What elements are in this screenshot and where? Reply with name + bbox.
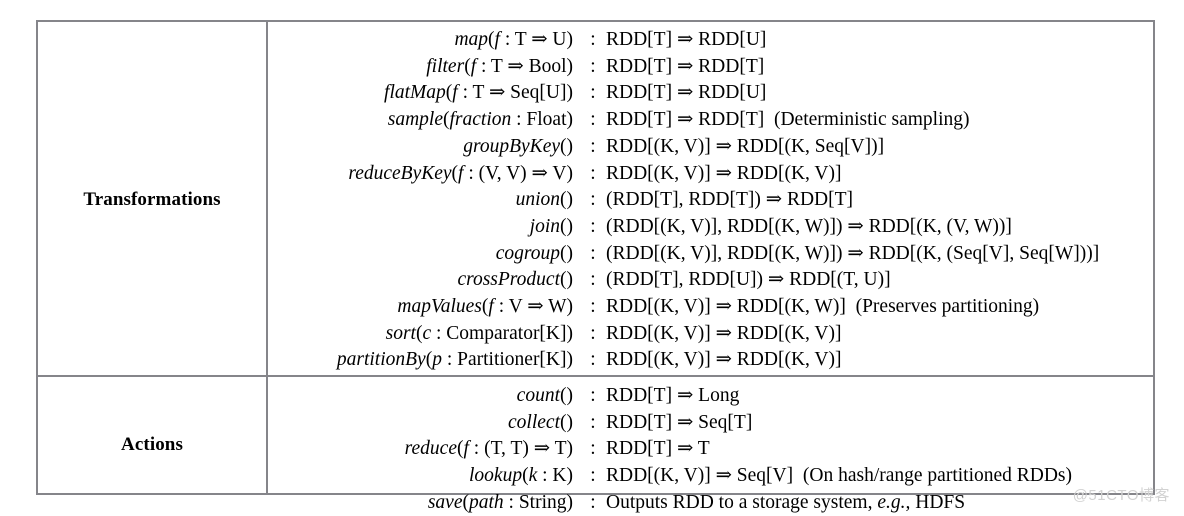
signature-colon: : bbox=[590, 215, 596, 237]
type-signature: RDD[T] ⇒ Seq[T] bbox=[606, 411, 753, 433]
table-rows: map(f : T ⇒ U): RDD[T] ⇒ RDD[U] filter(f :… bbox=[268, 22, 1153, 513]
signature-colon: : bbox=[590, 349, 596, 371]
type-signature: (RDD[T], RDD[T]) ⇒ RDD[T] bbox=[606, 189, 854, 211]
type-signature: (RDD[T], RDD[U]) ⇒ RDD[(T, U)] bbox=[606, 269, 891, 291]
table-row: union(): (RDD[T], RDD[T]) ⇒ RDD[T] bbox=[268, 187, 1153, 214]
type-signature: (RDD[(K, V)], RDD[(K, W)]) ⇒ RDD[(K, (Se… bbox=[606, 242, 1100, 264]
type-signature: RDD[T] ⇒ RDD[U] bbox=[606, 82, 767, 104]
method-signature: crossProduct() bbox=[457, 269, 573, 291]
signature-colon: : bbox=[590, 162, 596, 184]
signature-colon: : bbox=[590, 29, 596, 50]
signature-colon: : bbox=[590, 296, 596, 317]
signature-colon: : bbox=[590, 411, 596, 433]
method-signature: reduce(f : (T, T) ⇒ T) bbox=[404, 438, 573, 460]
method-signature: join() bbox=[529, 215, 573, 237]
table-row: sample(fraction : Float): RDD[T] ⇒ RDD[T]… bbox=[268, 107, 1153, 134]
table-row: join(): (RDD[(K, V)], RDD[(K, W)]) ⇒ RDD[… bbox=[268, 214, 1153, 241]
method-signature: count() bbox=[516, 385, 573, 406]
type-signature: RDD[(K, V)] ⇒ RDD[(K, Seq[V])] bbox=[606, 135, 885, 157]
method-signature: groupByKey() bbox=[463, 135, 573, 157]
signature-colon: : bbox=[590, 322, 596, 344]
signature-colon: : bbox=[590, 491, 596, 513]
table-row: sort(c : Comparator[K]): RDD[(K, V)] ⇒ RD… bbox=[268, 321, 1153, 348]
table-row: count(): RDD[T] ⇒ Long bbox=[268, 383, 1153, 410]
signature-colon: : bbox=[590, 438, 596, 460]
section-label-actions: Actions bbox=[121, 434, 183, 455]
screenshot-canvas: Transformations Actions map(f : T ⇒ U): R… bbox=[0, 0, 1184, 515]
type-signature: RDD[(K, V)] ⇒ Seq[V] (On hash/range part… bbox=[606, 465, 1073, 487]
type-signature: RDD[T] ⇒ RDD[T] bbox=[606, 55, 765, 77]
signature-colon: : bbox=[590, 189, 596, 211]
table-row: save(path : String): Outputs RDD to a sto… bbox=[268, 490, 1153, 516]
table-row: map(f : T ⇒ U): RDD[T] ⇒ RDD[U] bbox=[268, 27, 1153, 54]
method-signature: filter(f : T ⇒ Bool) bbox=[426, 55, 573, 77]
table-row: cogroup(): (RDD[(K, V)], RDD[(K, W)]) ⇒ R… bbox=[268, 241, 1153, 268]
method-signature: flatMap(f : T ⇒ Seq[U]) bbox=[384, 82, 573, 104]
type-signature: RDD[(K, V)] ⇒ RDD[(K, W)] (Preserves par… bbox=[606, 296, 1040, 317]
method-signature: mapValues(f : V ⇒ W) bbox=[397, 296, 573, 317]
signature-colon: : bbox=[590, 82, 596, 104]
type-signature: RDD[(K, V)] ⇒ RDD[(K, V)] bbox=[606, 162, 842, 184]
signature-colon: : bbox=[590, 55, 596, 77]
type-signature: (RDD[(K, V)], RDD[(K, W)]) ⇒ RDD[(K, (V,… bbox=[606, 215, 1012, 237]
method-signature: sort(c : Comparator[K]) bbox=[385, 322, 573, 344]
method-signature: save(path : String) bbox=[427, 491, 573, 513]
signature-colon: : bbox=[590, 109, 596, 131]
table-row: flatMap(f : T ⇒ Seq[U]): RDD[T] ⇒ RDD[U] bbox=[268, 80, 1153, 107]
type-signature: RDD[T] ⇒ RDD[T] (Deterministic sampling) bbox=[606, 109, 970, 131]
type-signature: RDD[(K, V)] ⇒ RDD[(K, V)] bbox=[606, 322, 842, 344]
method-signature: partitionBy(p : Partitioner[K]) bbox=[336, 349, 573, 371]
type-signature: RDD[T] ⇒ T bbox=[606, 438, 710, 460]
rdd-api-table: Transformations Actions map(f : T ⇒ U): R… bbox=[36, 20, 1155, 513]
signature-colon: : bbox=[590, 465, 596, 487]
method-signature: map(f : T ⇒ U) bbox=[454, 29, 573, 50]
type-signature: RDD[(K, V)] ⇒ RDD[(K, V)] bbox=[606, 349, 842, 371]
table-row: mapValues(f : V ⇒ W): RDD[(K, V)] ⇒ RDD[(… bbox=[268, 294, 1153, 321]
signature-colon: : bbox=[590, 385, 596, 406]
type-note: (On hash/range partitioned RDDs) bbox=[793, 465, 1073, 487]
table-row: partitionBy(p : Partitioner[K]): RDD[(K, … bbox=[268, 347, 1153, 374]
signature-colon: : bbox=[590, 135, 596, 157]
table-row: lookup(k : K): RDD[(K, V)] ⇒ Seq[V] (On h… bbox=[268, 463, 1153, 490]
method-signature: collect() bbox=[508, 411, 573, 433]
table-row: crossProduct(): (RDD[T], RDD[U]) ⇒ RDD[(T… bbox=[268, 267, 1153, 294]
table-row: reduce(f : (T, T) ⇒ T): RDD[T] ⇒ T bbox=[268, 436, 1153, 463]
signature-colon: : bbox=[590, 269, 596, 291]
type-signature: Outputs RDD to a storage system, e.g., H… bbox=[606, 491, 966, 513]
table-row: groupByKey(): RDD[(K, V)] ⇒ RDD[(K, Seq[V… bbox=[268, 134, 1153, 161]
type-note: (Deterministic sampling) bbox=[764, 109, 970, 131]
method-signature: cogroup() bbox=[495, 242, 573, 264]
signature-colon: : bbox=[590, 242, 596, 264]
type-signature: RDD[T] ⇒ RDD[U] bbox=[606, 29, 767, 50]
method-signature: union() bbox=[515, 189, 573, 211]
table-row: reduceByKey(f : (V, V) ⇒ V): RDD[(K, V)] … bbox=[268, 161, 1153, 188]
table-row: filter(f : T ⇒ Bool): RDD[T] ⇒ RDD[T] bbox=[268, 54, 1153, 81]
method-signature: reduceByKey(f : (V, V) ⇒ V) bbox=[348, 162, 573, 184]
type-note: (Preserves partitioning) bbox=[845, 296, 1040, 317]
section-label-transformations: Transformations bbox=[83, 189, 221, 210]
type-signature: RDD[T] ⇒ Long bbox=[606, 385, 740, 406]
table-row: collect(): RDD[T] ⇒ Seq[T] bbox=[268, 410, 1153, 437]
method-signature: sample(fraction : Float) bbox=[387, 109, 573, 131]
watermark: @51CTO博客 bbox=[1072, 487, 1170, 504]
method-signature: lookup(k : K) bbox=[469, 465, 573, 487]
